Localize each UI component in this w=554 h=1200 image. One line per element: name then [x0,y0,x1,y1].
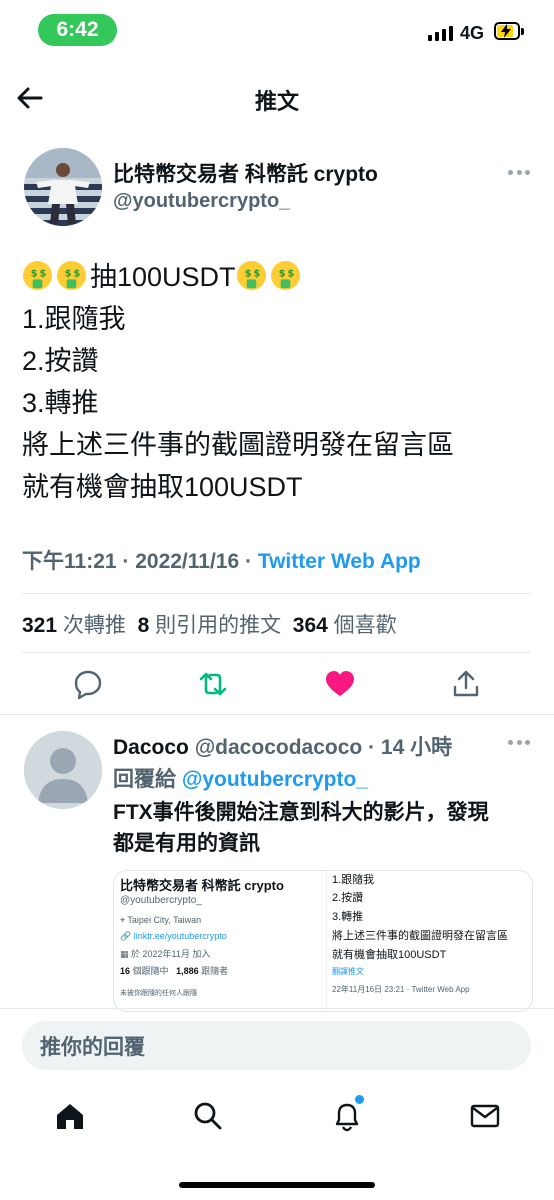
svg-text:$: $ [287,268,294,279]
svg-text:$: $ [65,268,72,279]
svg-text:$: $ [253,268,260,279]
like-icon[interactable] [324,668,356,700]
tweet-stats: 321 次轉推 8 則引用的推文 364 個喜歡 [22,609,397,639]
author-handle[interactable]: @youtubercrypto_ [113,190,290,213]
divider [22,652,531,653]
signal-icon [428,26,453,41]
reply-handle-time[interactable]: @dacocodacoco · 14 小時 [195,736,452,759]
like-count[interactable]: 364 [293,614,328,637]
reply-text-line-1: FTX事件後開始注意到科大的影片，發現 [113,801,489,824]
tweet-line-1-text: 抽100USDT [90,262,236,292]
notification-badge [355,1095,364,1104]
tweet-timestamp: 下午11:21 · 2022/11/16 · [22,550,258,573]
tweet-source-link[interactable]: Twitter Web App [258,550,421,573]
notifications-icon[interactable] [331,1100,363,1132]
img-followers-count: 1,886 [176,966,199,976]
tweet-line-2: 1.跟隨我 [22,304,126,334]
img-link: 🔗 linktr.ee/youtubercrypto [120,931,227,942]
reply-author-name[interactable]: Dacoco [113,736,189,759]
svg-text:$: $ [31,268,38,279]
reply-image[interactable]: 比特幣交易者 科幣託 crypto @youtubercrypto_ ⌖ Tai… [113,870,533,1012]
search-icon[interactable] [192,1100,224,1132]
money-face-emoji: $ $ [56,260,87,291]
divider [0,1008,554,1009]
tweet-line-4: 3.轉推 [22,388,99,418]
img-divider [326,871,327,1011]
network-type: 4G [460,23,485,43]
reply-placeholder: 推你的回覆 [40,1035,145,1059]
replying-to: 回覆給 @youtubercrypto_ [113,763,368,793]
img-location: ⌖ Taipei City, Taiwan [120,915,201,926]
battery-tip [521,28,524,35]
tweet-meta: 下午11:21 · 2022/11/16 · Twitter Web App [22,545,421,575]
location-icon: ⌖ [120,915,126,925]
img-tweet-line-3: 3.轉推 [332,911,364,923]
img-tweet-line-5: 就有機會抽取100USDT [332,949,447,961]
reply-text-line-2: 都是有用的資訊 [113,832,260,855]
img-following-count: 16 [120,966,131,976]
replying-to-label: 回覆給 [113,768,176,791]
author-name[interactable]: 比特幣交易者 科幣託 crypto [113,158,378,188]
quote-label[interactable]: 則引用的推文 [155,614,281,637]
reply-avatar[interactable] [24,731,102,809]
divider [22,593,531,594]
money-face-emoji: $ $ [236,260,266,291]
svg-text:$: $ [278,268,285,279]
share-icon[interactable] [450,668,482,700]
reply-input[interactable]: 推你的回覆 [22,1021,531,1070]
more-icon[interactable] [508,740,530,746]
img-translate: 翻譯推文 [332,967,364,976]
home-indicator[interactable] [179,1182,375,1188]
svg-text:$: $ [39,268,46,279]
home-icon[interactable] [54,1100,86,1132]
retweet-icon[interactable] [197,668,229,700]
divider [0,714,554,715]
retweet-label[interactable]: 次轉推 [63,614,126,637]
tweet-line-3: 2.按讚 [22,346,99,376]
img-followers-label: 跟隨者 [201,966,229,976]
img-joined-text: 於 2022年11月 加入 [131,949,211,959]
img-joined: ▦ 於 2022年11月 加入 [120,947,210,960]
tweet-line-6: 就有機會抽取100USDT [22,472,303,502]
quote-count[interactable]: 8 [138,614,150,637]
retweet-count[interactable]: 321 [22,614,57,637]
messages-icon[interactable] [469,1100,501,1132]
money-face-emoji: $ $ [270,260,300,291]
img-follow-stats: 16 個跟隨中 1,886 跟隨者 [120,964,228,977]
img-link-text: linktr.ee/youtubercrypto [133,931,227,941]
reply-header: Dacoco @dacocodacoco · 14 小時 [113,731,452,761]
img-profile-handle: @youtubercrypto_ [120,895,202,906]
img-tweet-line-2: 2.按讚 [332,892,364,904]
img-profile-name: 比特幣交易者 科幣託 crypto [120,878,284,893]
reply-icon[interactable] [72,668,104,700]
img-note: 未被你跟隨的任何人跟隨 [120,990,197,997]
tweet-line-1: $ $ $ $ 抽100USDT $ $ $ $ [22,259,304,295]
like-label[interactable]: 個喜歡 [334,614,397,637]
replying-to-handle[interactable]: @youtubercrypto_ [182,768,368,791]
img-location-text: Taipei City, Taiwan [127,915,202,925]
link-icon: 🔗 [120,931,132,941]
img-tweet-line-1: 1.跟隨我 [332,874,375,886]
more-icon[interactable] [508,170,530,176]
tweet-line-5: 將上述三件事的截圖證明發在留言區 [22,430,454,460]
img-tweet-meta: 22年11月16日 23:21 · Twitter Web App [332,985,470,994]
img-following-label: 個跟隨中 [132,966,169,976]
money-face-emoji: $ $ [22,260,53,291]
page-title: 推文 [254,89,299,114]
svg-text:$: $ [244,268,251,279]
author-avatar[interactable] [24,148,102,226]
status-time: 6:42 [38,14,117,46]
calendar-icon: ▦ [120,949,129,959]
img-tweet-line-4: 將上述三件事的截圖證明發在留言區 [332,930,508,942]
charging-bolt-icon [501,24,511,38]
svg-text:$: $ [73,268,80,279]
